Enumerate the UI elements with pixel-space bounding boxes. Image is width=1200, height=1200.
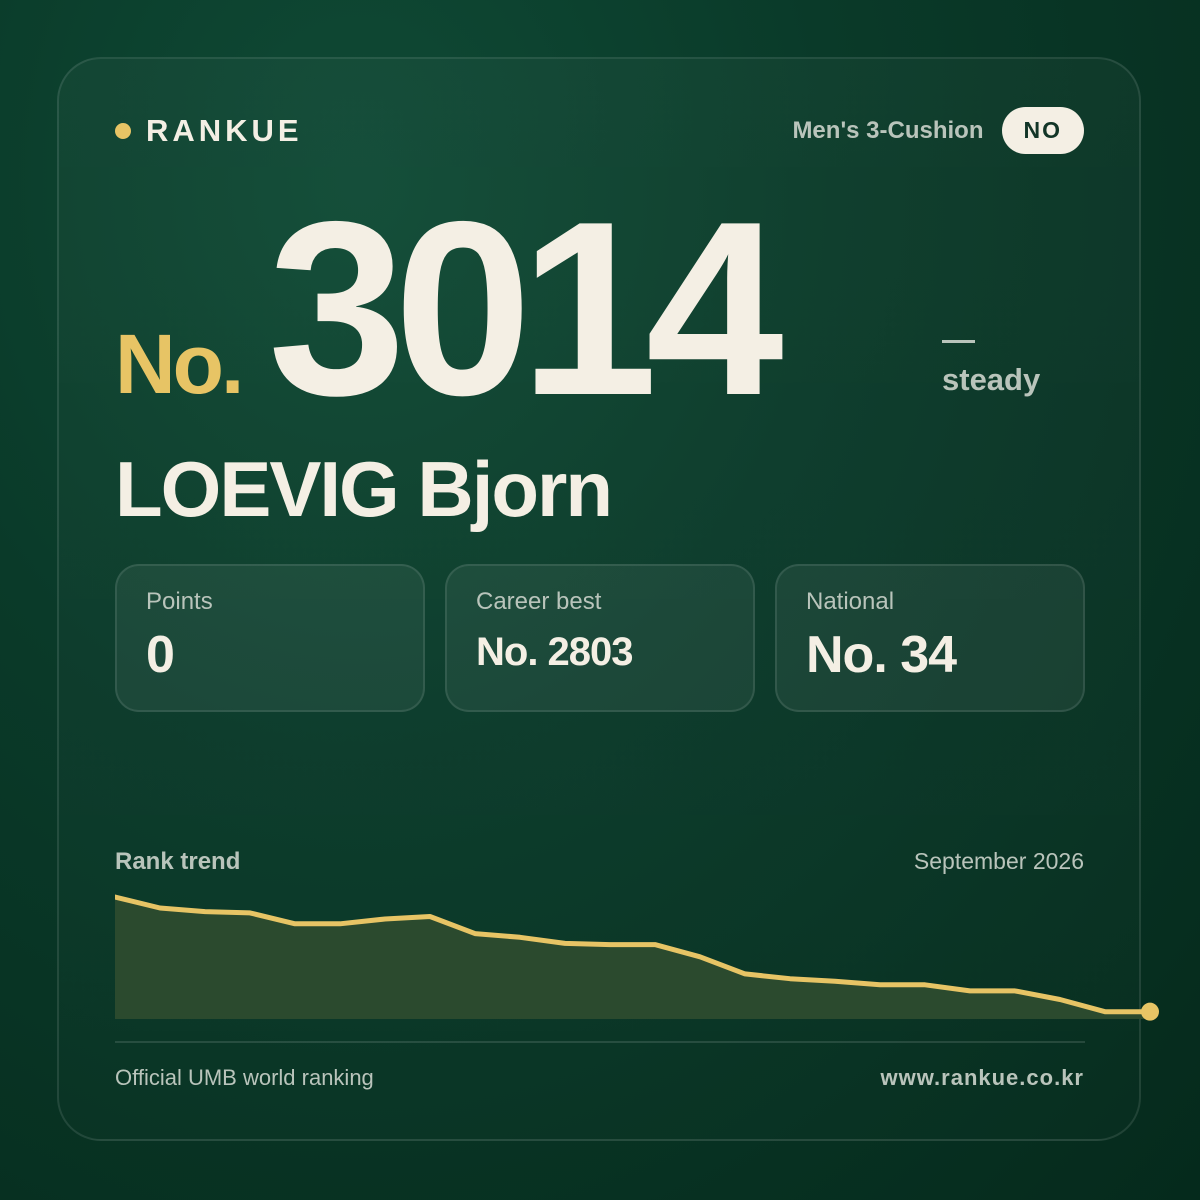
stat-value: No. 2803 — [476, 630, 634, 674]
rank-trend-label: steady — [942, 362, 1041, 397]
stat-label: National — [806, 588, 895, 615]
rank-prefix: No. — [115, 317, 244, 411]
stat-value: 0 — [146, 626, 175, 684]
stat-card-points: Points 0 — [115, 564, 425, 712]
brand-logo: RANKUE — [115, 112, 303, 150]
trend-steady-icon — [942, 340, 975, 343]
player-name: LOEVIG Bjorn — [115, 445, 613, 533]
country-badge: NO — [1001, 107, 1084, 154]
brand-dot-icon — [115, 123, 131, 139]
stat-card-national: National No. 34 — [775, 564, 1085, 712]
trend-date: September 2026 — [913, 848, 1084, 874]
category-label: Men's 3-Cushion — [792, 116, 984, 144]
header-meta: Men's 3-Cushion NO — [792, 107, 1084, 154]
stat-card-career-best: Career best No. 2803 — [445, 564, 755, 712]
trend-title: Rank trend — [115, 848, 241, 875]
trend-endpoint — [1141, 1002, 1159, 1021]
stat-value: No. 34 — [806, 626, 957, 684]
rank-number: 3014 — [268, 169, 784, 447]
footer-source: Official UMB world ranking — [115, 1065, 374, 1090]
footer-url: www.rankue.co.kr — [880, 1065, 1084, 1090]
stat-label: Career best — [476, 588, 602, 615]
brand-name: RANKUE — [146, 113, 303, 148]
footer-divider — [115, 1041, 1085, 1043]
rank-trend-chart — [115, 894, 1159, 1021]
stat-label: Points — [146, 588, 213, 615]
